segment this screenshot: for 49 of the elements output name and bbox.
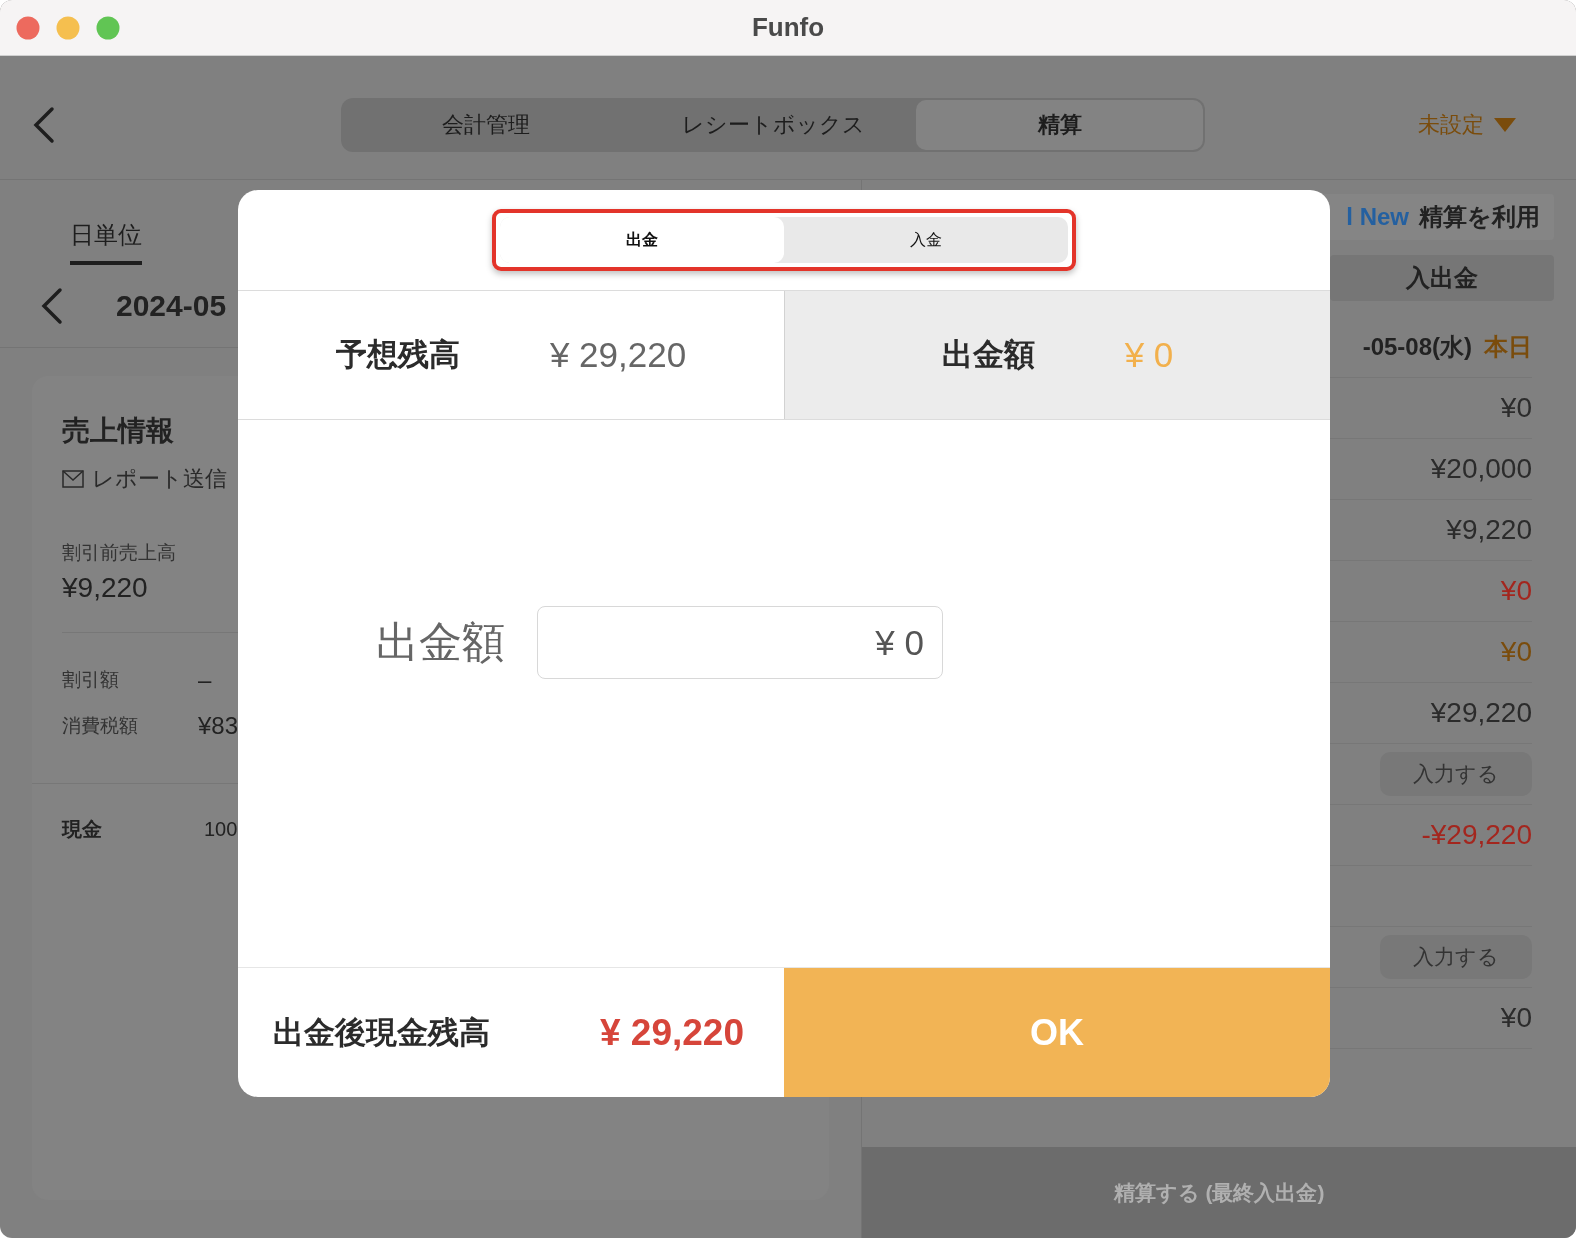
amount-field-label: 出金額: [376, 617, 505, 668]
window-control-icon[interactable]: [56, 16, 80, 40]
amount-value: ¥0: [1500, 636, 1532, 668]
payment-label: 現金: [62, 817, 103, 842]
summary-value: ¥83: [198, 712, 239, 740]
register-dropdown[interactable]: 未設定: [1418, 109, 1516, 140]
settle-button[interactable]: 精算する (最終入出金): [862, 1147, 1576, 1238]
expected-balance-value: ¥ 29,220: [549, 335, 687, 375]
summary-label: 割引額: [62, 668, 120, 692]
section-tab[interactable]: レシートボックス: [629, 99, 917, 150]
amount-value: ¥0: [1500, 1002, 1532, 1034]
gross-sales-label: 割引前売上高: [62, 541, 176, 565]
amount-field[interactable]: ¥ 0: [537, 606, 943, 679]
section-tab[interactable]: 会計管理: [343, 99, 630, 150]
mode-tab[interactable]: 出金: [500, 217, 784, 263]
promo-highlight: l New: [1346, 203, 1409, 231]
withdrawal-amount-label: 出金額: [941, 336, 1035, 374]
balance-after-value: ¥ 29,220: [599, 1011, 744, 1054]
enter-button[interactable]: 入力する: [1380, 935, 1532, 979]
report-link[interactable]: レポート送信: [62, 464, 227, 494]
card-title: 売上情報: [62, 414, 174, 448]
today-label: 本日: [1484, 332, 1532, 362]
amount-value: ¥29,220: [1430, 697, 1532, 729]
payment-value: 100: [204, 818, 239, 841]
date-label: 2024-05: [116, 289, 227, 323]
promo-text: 精算を利用: [1419, 202, 1540, 232]
enter-button[interactable]: 入力する: [1380, 752, 1532, 796]
section-tab[interactable]: 精算: [916, 99, 1203, 150]
amount-value: ¥20,000: [1430, 453, 1532, 485]
amount-value: ¥0: [1500, 392, 1532, 424]
expected-balance-label: 予想残高: [335, 336, 460, 374]
summary-label: 消費税額: [62, 714, 139, 738]
gross-sales-value: ¥9,220: [62, 572, 148, 604]
summary-value: –: [198, 666, 212, 694]
window-control-icon[interactable]: [16, 16, 40, 40]
window-control-icon[interactable]: [96, 16, 120, 40]
mail-icon: [62, 470, 84, 488]
amount-value: ¥9,220: [1446, 514, 1532, 546]
caret-icon: [1494, 117, 1516, 132]
cash-in-out-button[interactable]: 入出金: [1330, 255, 1554, 301]
balance-after-label: 出金後現金残高: [273, 1013, 490, 1052]
mode-tab[interactable]: 入金: [784, 217, 1068, 263]
date-label: -05-08(水): [1362, 332, 1472, 362]
ok-button[interactable]: OK: [784, 968, 1330, 1097]
period-tab[interactable]: 日単位: [70, 219, 142, 265]
window-title: Funfo: [751, 12, 825, 43]
amount-value: ¥0: [1500, 575, 1532, 607]
amount-value: -¥29,220: [1421, 819, 1532, 851]
withdrawal-amount-value: ¥ 0: [1124, 335, 1174, 375]
